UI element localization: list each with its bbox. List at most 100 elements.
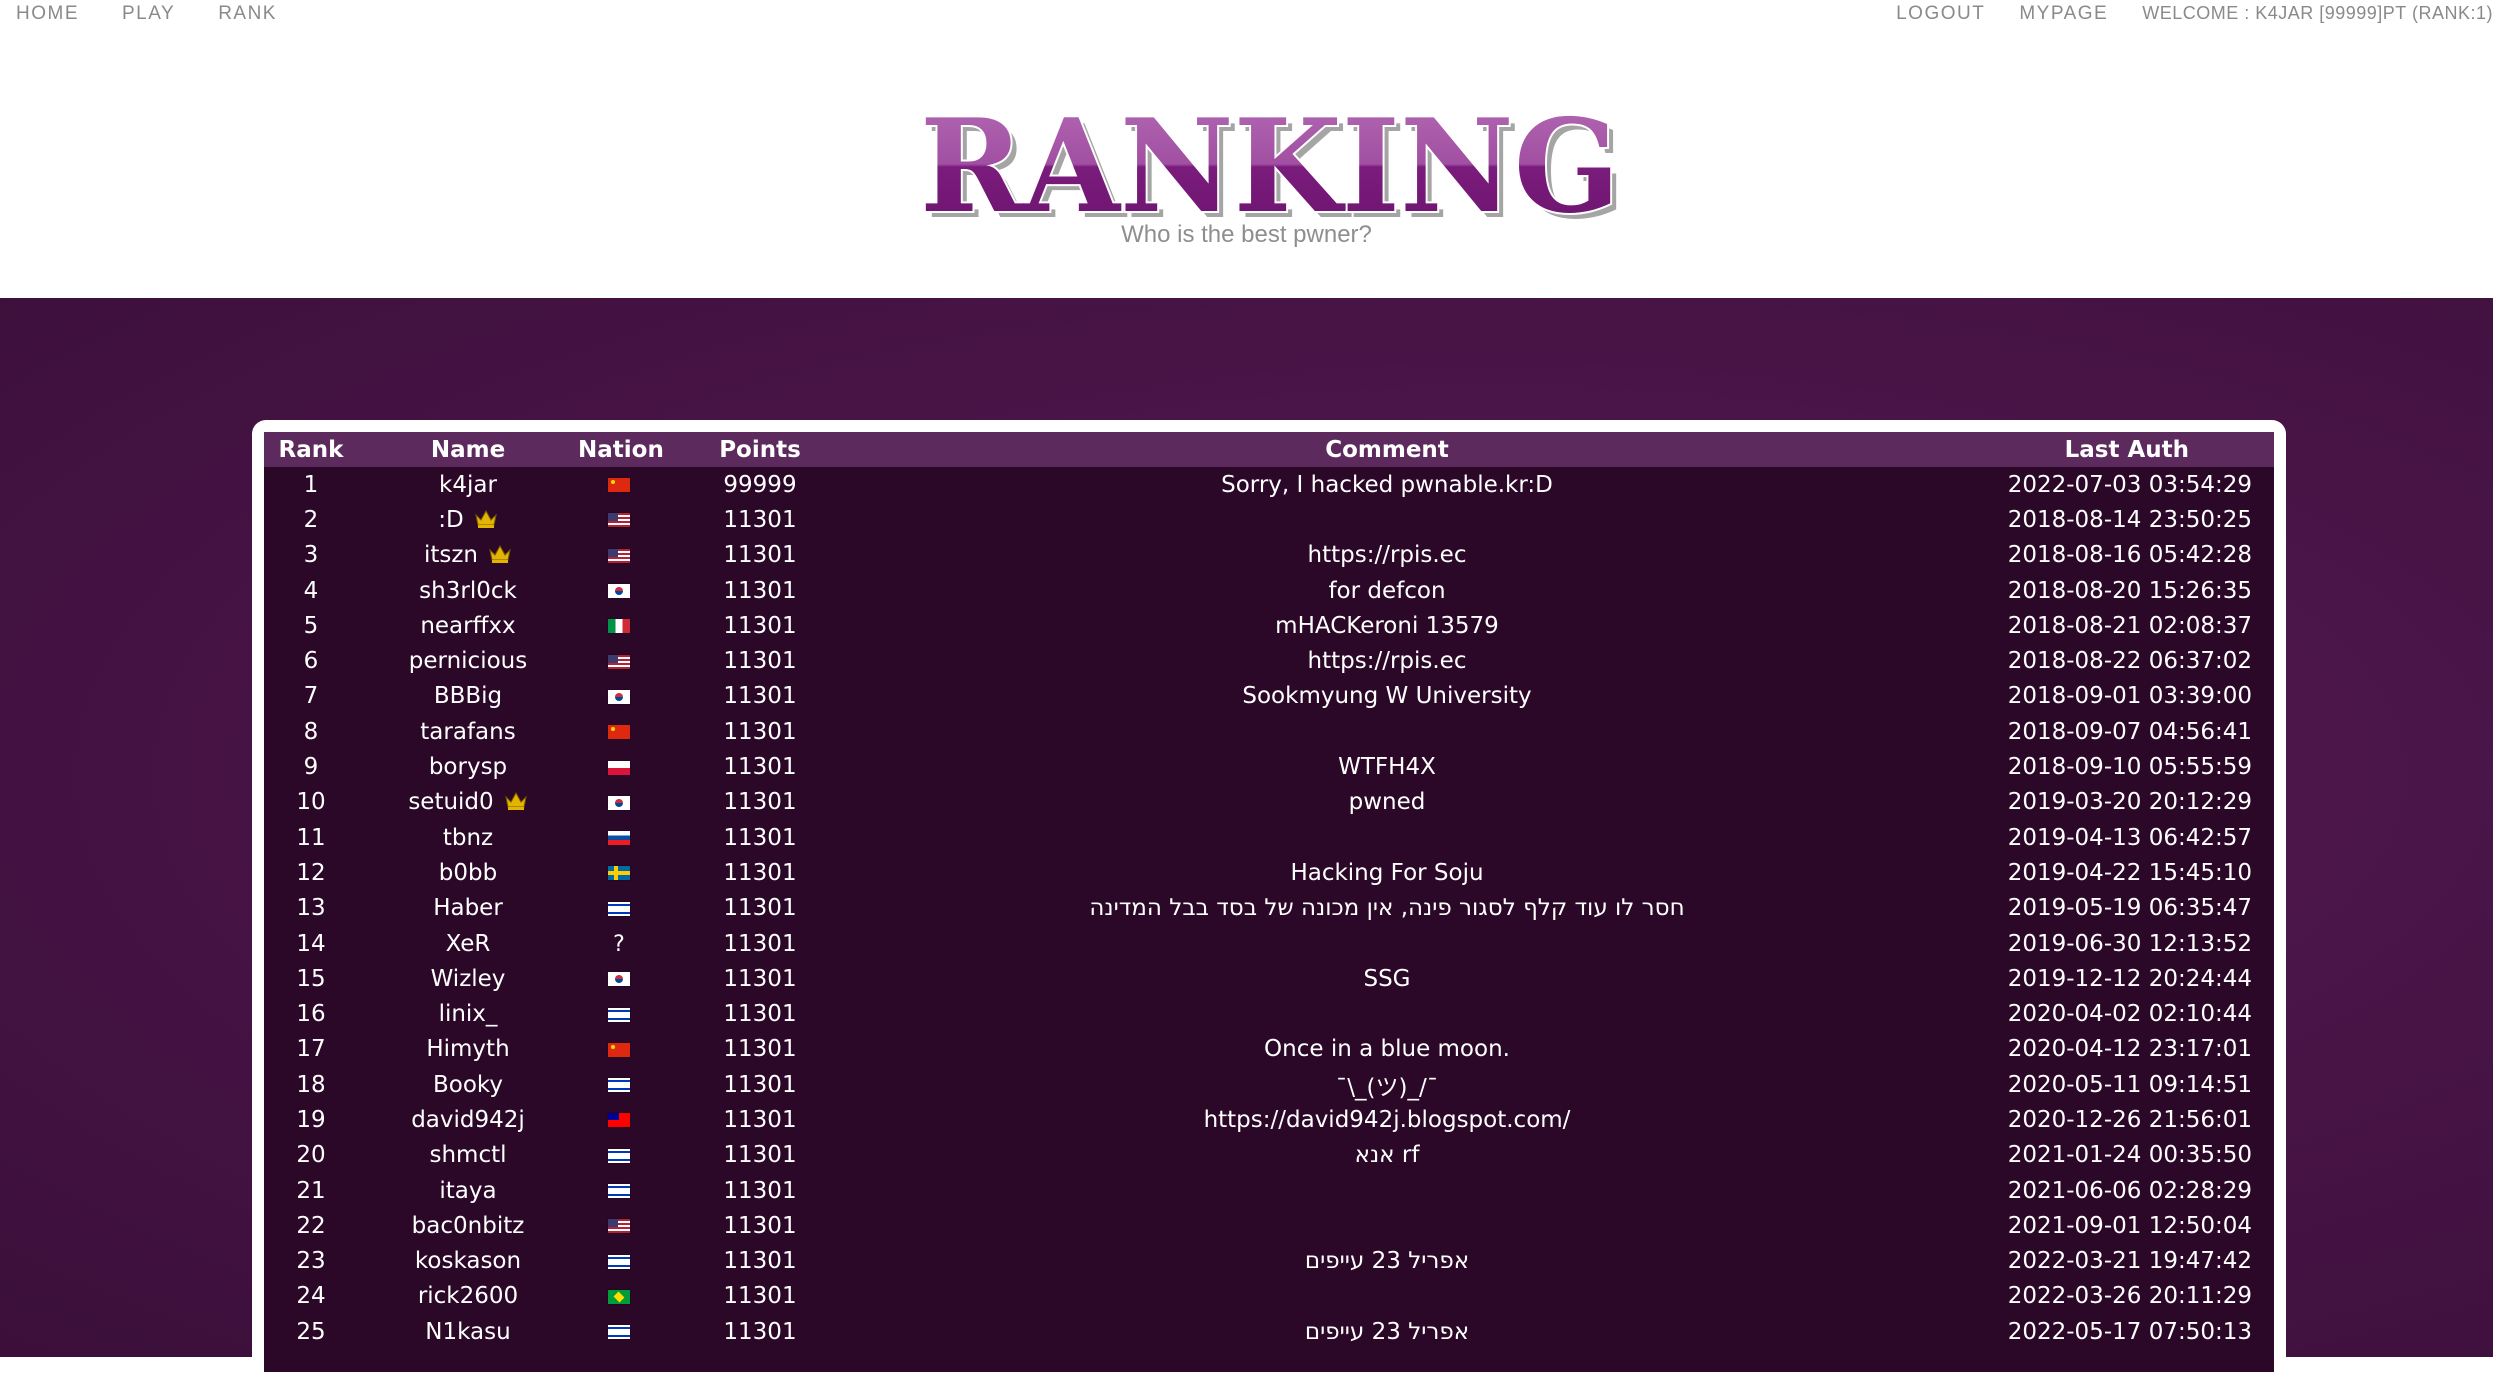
user-name[interactable]: rick2600 [418,1283,518,1309]
last-auth-cell: 2018-08-22 06:37:02 [2007,648,2252,675]
flag-il-icon [608,1148,630,1163]
flag-il-icon [608,1007,630,1022]
points-cell: 11301 [723,683,797,710]
nation-cell [578,538,660,573]
user-name[interactable]: tbnz [443,825,493,851]
points-cell: 11301 [723,789,797,816]
user-name[interactable]: XeR [446,931,491,957]
rank-cell: 8 [303,718,319,745]
name-cell: :D [358,502,578,537]
table-row: 23 koskason 11301 אפריל 23 עייפים 2022-03-21… [264,1244,2274,1279]
nation-cell [578,714,660,749]
user-name[interactable]: david942j [411,1107,525,1133]
comment-cell: ¯\_(ツ)_/¯ [1335,1074,1439,1101]
points-cell: 99999 [723,471,797,498]
comment-cell [860,1208,1914,1243]
rank-cell: 9 [303,754,319,781]
rank-cell: 11 [296,824,326,851]
nation-cell [578,679,660,714]
comment-cell: pwned [1348,789,1426,816]
user-name[interactable]: nearffxx [420,613,515,639]
rank-cell: 3 [303,542,319,569]
user-name[interactable]: itaya [439,1178,496,1204]
welcome-text: WELCOME : K4JAR [99999]PT (RANK:1) [2142,3,2493,23]
mypage-link[interactable]: MYPAGE [2019,3,2108,25]
user-name[interactable]: itszn [424,542,478,568]
rank-cell: 19 [296,1106,326,1133]
comment-cell: אנא rf [1354,1142,1420,1169]
user-name[interactable]: N1kasu [425,1319,510,1345]
nation-cell [578,785,660,820]
table-row: 14 XeR? 11301 2019-06-30 12:13:52 [264,926,2274,961]
table-row: 6 pernicious 11301 https://rpis.ec 2018-08-2… [264,643,2274,678]
points-cell: 11301 [723,718,797,745]
user-name[interactable]: b0bb [439,860,497,886]
flag-kr-icon [608,972,630,987]
name-cell: itaya [358,1173,578,1208]
nation-cell [578,1067,660,1102]
user-name[interactable]: Wizley [431,966,506,992]
nation-cell [578,961,660,996]
col-name: Name [430,436,506,463]
rank-cell: 4 [303,577,319,604]
comment-cell: אפריל 23 עייפים [1304,1318,1470,1345]
name-cell: Wizley [358,961,578,996]
name-cell: Booky [358,1067,578,1102]
name-cell: itszn [358,538,578,573]
nation-cell [578,749,660,784]
user-name[interactable]: sh3rl0ck [419,578,517,604]
user-name[interactable]: k4jar [439,472,497,498]
last-auth-cell: 2018-08-21 02:08:37 [2007,612,2252,639]
user-name[interactable]: Haber [433,895,503,921]
user-name[interactable]: pernicious [409,648,527,674]
points-cell: 11301 [723,754,797,781]
name-cell: borysp [358,749,578,784]
nav-right: LOGOUT MYPAGE WELCOME : K4JAR [99999]PT … [1896,3,2493,25]
user-name[interactable]: BBBig [434,683,502,709]
table-header-row: Rank Name Nation Points Comment Last Aut… [264,432,2274,467]
col-rank: Rank [278,436,344,463]
rank-cell: 7 [303,683,319,710]
crown-icon [504,792,527,811]
table-row: 2:D 11301 2018-08-14 23:50:25 [264,502,2274,537]
comment-cell: Hacking For Soju [1290,859,1484,886]
flag-kr-icon [608,795,630,810]
user-name[interactable]: bac0nbitz [412,1213,525,1239]
comment-cell [860,1279,1914,1314]
points-cell: 11301 [723,1248,797,1275]
nav-play-link[interactable]: PLAY [122,3,175,25]
last-auth-cell: 2022-03-26 20:11:29 [2007,1283,2252,1310]
name-cell: setuid0 [358,785,578,820]
user-name[interactable]: Himyth [426,1036,509,1062]
name-cell: koskason [358,1244,578,1279]
ranking-table-container[interactable]: Rank Name Nation Points Comment Last Aut… [264,432,2274,1372]
user-name[interactable]: shmctl [429,1142,506,1168]
name-cell: Haber [358,891,578,926]
nav-home-link[interactable]: HOME [16,3,79,25]
user-name[interactable]: tarafans [420,719,515,745]
table-row: 20 shmctl 11301 אנא rf 2021-01-24 00:35:50 [264,1138,2274,1173]
last-auth-cell: 2018-09-10 05:55:59 [2007,754,2252,781]
user-name[interactable]: linix_ [439,1001,498,1027]
name-cell: N1kasu [358,1314,578,1349]
user-name[interactable]: :D [438,507,463,533]
user-name[interactable]: borysp [429,754,507,780]
points-cell: 11301 [723,930,797,957]
col-last-auth: Last Auth [2064,436,2189,463]
flag-kr-icon [608,584,630,599]
flag-kr-icon [608,689,630,704]
table-row: 13 Haber 11301 חסר לו עוד קלף לסגור פינה, א… [264,891,2274,926]
comment-cell: Sorry, I hacked pwnable.kr:D [1221,471,1553,498]
col-nation: Nation [578,436,664,463]
table-row: 4 sh3rl0ck 11301 for defcon 2018-08-20 15:26… [264,573,2274,608]
user-name[interactable]: Booky [433,1072,503,1098]
nav-rank-link[interactable]: RANK [218,3,277,25]
comment-cell: https://rpis.ec [1307,648,1467,675]
user-name[interactable]: setuid0 [408,789,493,815]
last-auth-cell: 2020-04-02 02:10:44 [2007,1001,2252,1028]
user-name[interactable]: koskason [415,1248,521,1274]
logout-link[interactable]: LOGOUT [1896,3,1985,25]
nation-cell [578,1102,660,1137]
comment-cell: mHACKeroni 13579 [1275,612,1499,639]
points-cell: 11301 [723,1318,797,1345]
